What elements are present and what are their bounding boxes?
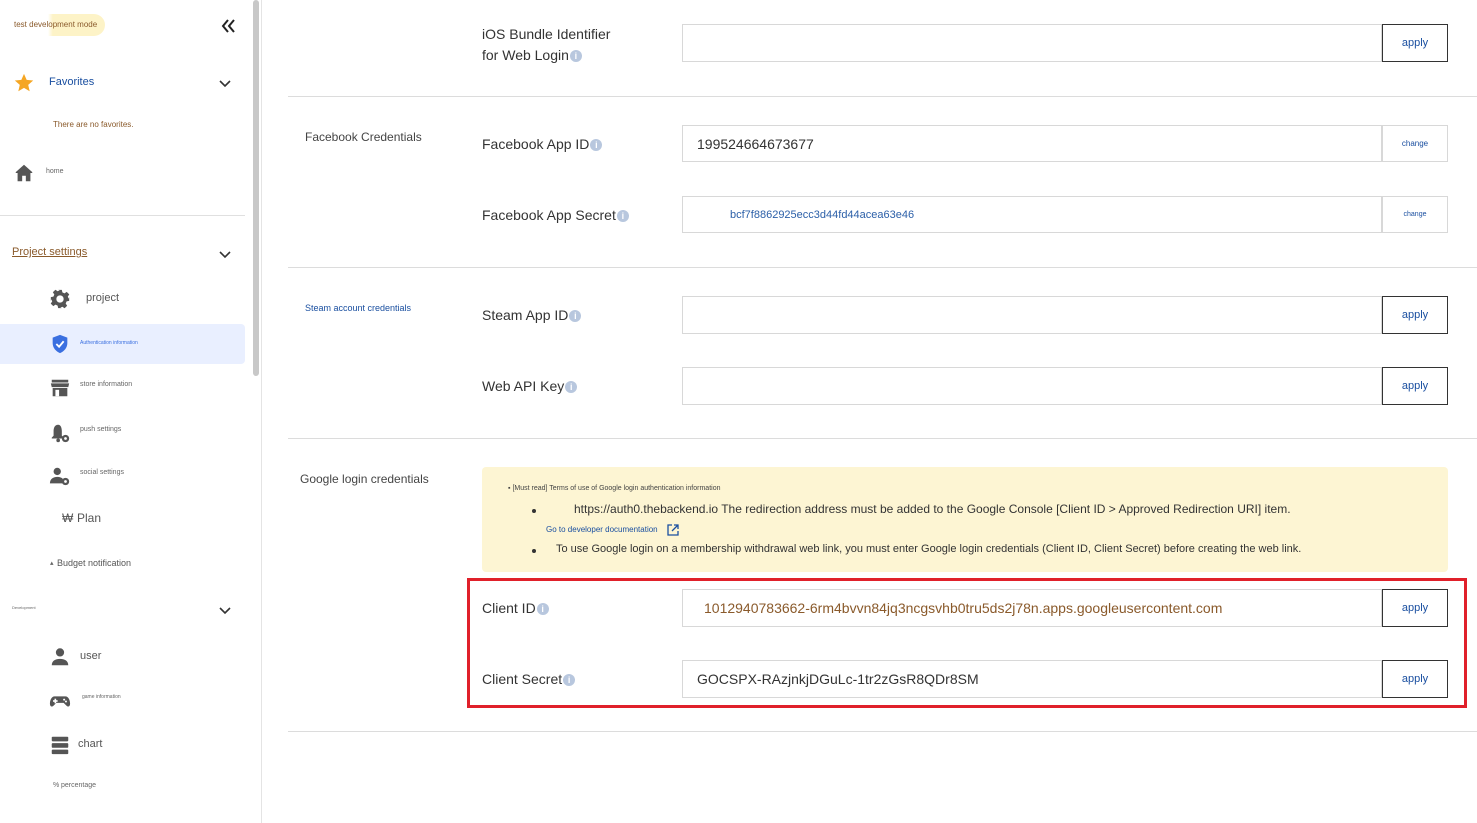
project-settings-label: Project settings: [12, 246, 88, 258]
developer-docs-link[interactable]: Go to developer documentation: [546, 523, 680, 537]
steam-section-title: Steam account credentials: [305, 303, 412, 313]
sidebar-item-game[interactable]: game information: [0, 688, 245, 714]
store-icon: [50, 379, 70, 397]
google-notice-box: ▪ [Must read] Terms of use of Google log…: [482, 467, 1448, 572]
section-divider: [288, 731, 1477, 732]
bullet: [532, 549, 536, 553]
steam-app-id-input[interactable]: [682, 296, 1382, 334]
sidebar-item-label: push settings: [80, 426, 122, 433]
facebook-app-id-label: Facebook App ID i: [482, 136, 603, 152]
steam-app-id-apply-button[interactable]: apply: [1382, 296, 1448, 334]
database-icon: [51, 736, 69, 755]
web-api-key-apply-button[interactable]: apply: [1382, 367, 1448, 405]
collapse-sidebar-icon[interactable]: [218, 16, 238, 36]
facebook-app-secret-input[interactable]: bcf7f8862925ecc3d44fd44acea63e46: [682, 196, 1382, 233]
sidebar-item-label: Authentication information: [80, 340, 138, 346]
info-icon[interactable]: i: [569, 310, 582, 323]
steam-app-id-label: Steam App ID i: [482, 307, 582, 323]
development-label: Development: [12, 605, 36, 610]
sidebar-item-user[interactable]: user: [0, 644, 245, 670]
web-api-key-input[interactable]: [682, 367, 1382, 405]
sidebar-item-chart[interactable]: chart: [0, 732, 245, 758]
facebook-app-secret-label: Facebook App Secret i: [482, 207, 629, 223]
gear-icon: [50, 289, 70, 309]
ios-bundle-input[interactable]: [682, 24, 1382, 62]
bell-gear-icon: [51, 424, 70, 443]
sidebar-border: [261, 0, 262, 823]
sidebar-item-plan[interactable]: ₩ Plan: [0, 508, 245, 530]
sidebar-item-label: chart: [78, 738, 103, 750]
favorites-empty-text: There are no favorites.: [53, 120, 134, 129]
facebook-app-id-input[interactable]: 199524664673677: [682, 125, 1382, 162]
chevron-down-icon[interactable]: [218, 76, 232, 90]
section-divider: [288, 267, 1477, 268]
facebook-section-title: Facebook Credentials: [305, 130, 422, 144]
sidebar-item-label: game information: [82, 694, 121, 700]
section-divider: [288, 438, 1477, 439]
star-icon: [14, 73, 34, 92]
home-icon: [15, 164, 33, 182]
percent-icon: %: [53, 782, 60, 789]
chevron-down-icon[interactable]: [218, 247, 232, 261]
web-api-key-label: Web API Key i: [482, 378, 578, 394]
shield-check-icon: [52, 334, 68, 354]
sidebar-item-label: user: [80, 650, 102, 662]
sidebar-item-social[interactable]: social settings: [0, 463, 245, 489]
notice-heading: ▪ [Must read] Terms of use of Google log…: [508, 485, 721, 492]
sidebar-item-label: percentage: [61, 782, 97, 789]
favorites-header[interactable]: Favorites: [0, 70, 245, 96]
chevron-down-icon[interactable]: [218, 603, 232, 617]
ios-bundle-label: iOS Bundle Identifier for Web Login i: [482, 26, 611, 63]
sidebar-item-label: Budget notification: [57, 558, 132, 568]
info-icon[interactable]: i: [616, 210, 629, 223]
project-settings-header[interactable]: Project settings: [0, 242, 245, 266]
info-icon[interactable]: i: [590, 139, 603, 152]
highlight-box: [467, 578, 1467, 708]
won-icon: ₩: [62, 511, 74, 525]
triangle-icon: ▴: [50, 560, 54, 567]
sidebar-item-project[interactable]: project: [0, 286, 245, 312]
sidebar-item-push[interactable]: push settings: [0, 420, 245, 446]
sidebar-item-label: project: [86, 292, 120, 304]
favorites-label: Favorites: [49, 76, 95, 88]
development-header[interactable]: Development: [0, 600, 245, 620]
info-icon[interactable]: i: [565, 381, 578, 394]
sidebar-item-home[interactable]: home: [0, 160, 245, 186]
sidebar-item-budget[interactable]: ▴ Budget notification: [0, 555, 245, 573]
user-gear-icon: [49, 467, 70, 486]
facebook-app-secret-change-button[interactable]: change: [1382, 196, 1448, 233]
sidebar-item-label: social settings: [80, 469, 124, 476]
mode-badge: test development mode: [10, 14, 106, 36]
facebook-app-id-change-button[interactable]: change: [1382, 125, 1448, 162]
sidebar-item-authentication[interactable]: Authentication information: [0, 331, 245, 357]
gamepad-icon: [49, 696, 71, 707]
ios-bundle-apply-button[interactable]: apply: [1382, 24, 1448, 62]
person-icon: [51, 648, 69, 666]
google-section-title: Google login credentials: [300, 472, 429, 486]
external-link-icon: [667, 524, 679, 536]
notice-item-withdrawal: To use Google login on a membership with…: [556, 543, 1302, 555]
info-icon[interactable]: i: [569, 50, 582, 63]
sidebar-scrollbar-thumb[interactable]: [253, 0, 259, 376]
sidebar-item-label: Plan: [77, 511, 102, 525]
notice-item-redirect: https://auth0.thebackend.io The redirect…: [574, 502, 1291, 516]
sidebar-item-label: home: [46, 168, 64, 175]
sidebar-item-percentage[interactable]: % percentage: [0, 778, 245, 796]
bullet: [532, 509, 536, 513]
sidebar-item-store[interactable]: store information: [0, 375, 245, 401]
section-divider: [288, 96, 1477, 97]
sidebar: test development mode Favorites There ar…: [0, 0, 252, 823]
sidebar-divider: [0, 215, 245, 216]
sidebar-item-label: store information: [80, 381, 133, 388]
